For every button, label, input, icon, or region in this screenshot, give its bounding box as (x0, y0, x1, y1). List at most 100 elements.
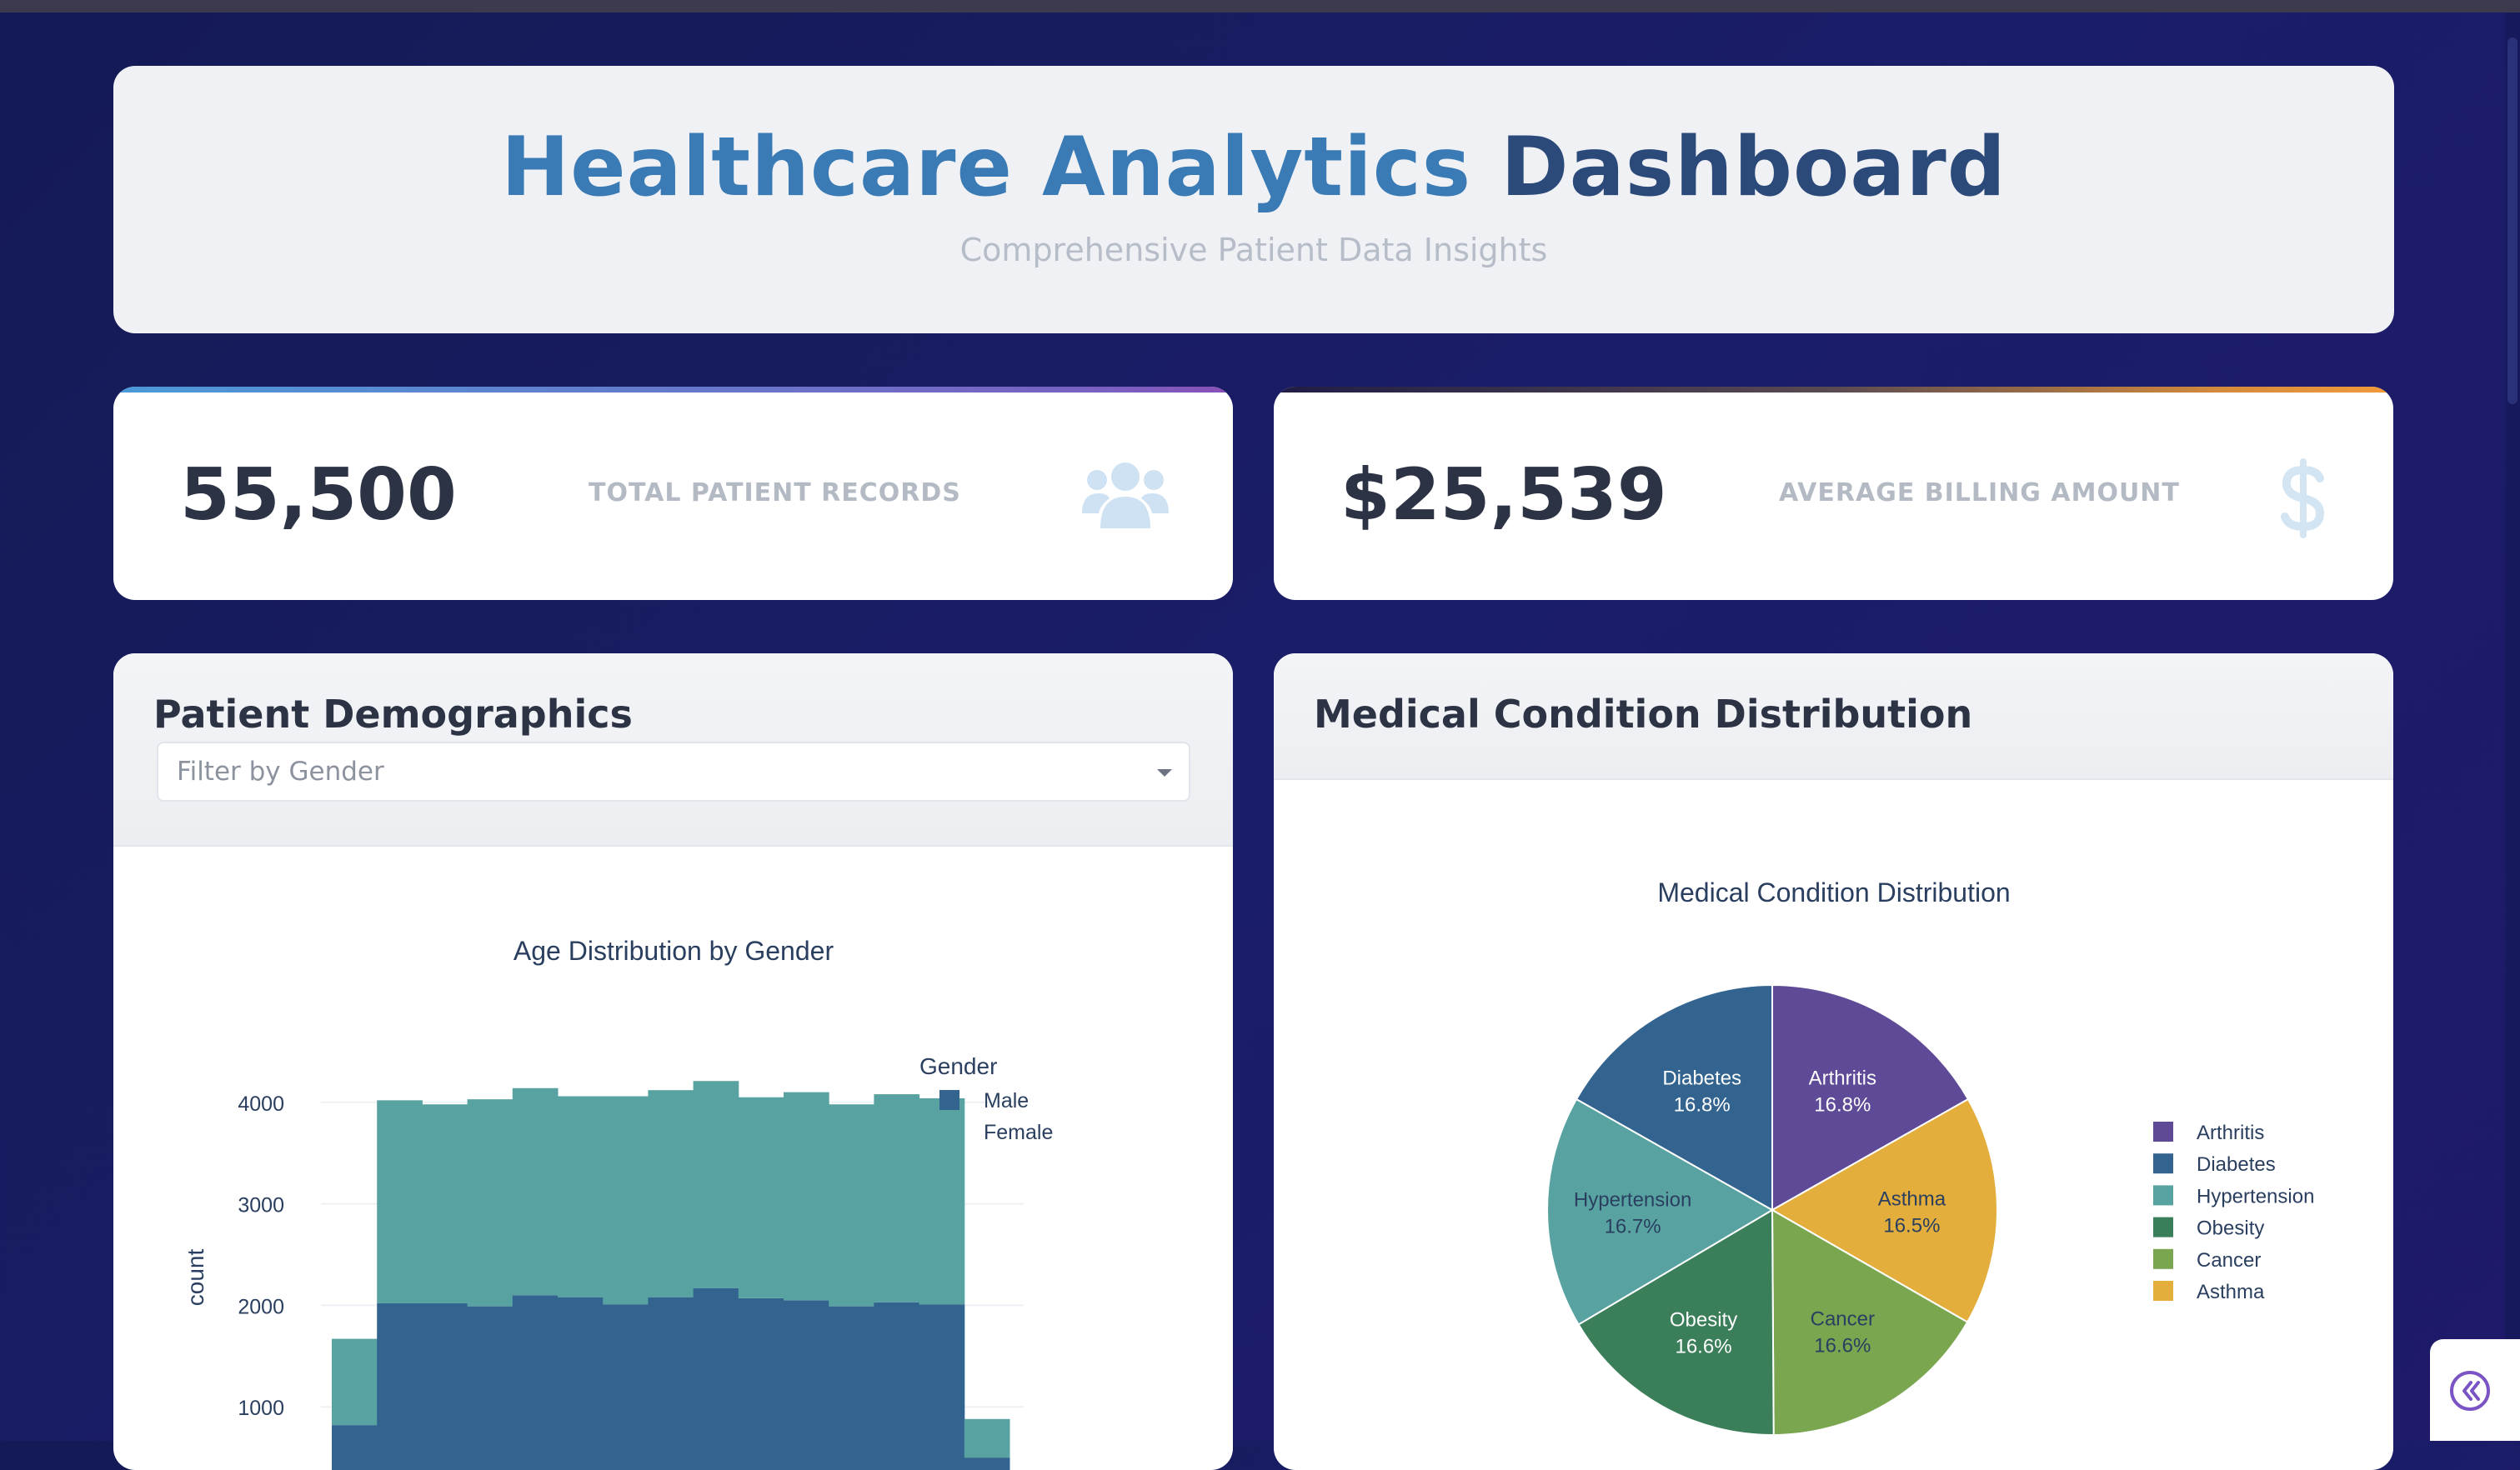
pie-slice-label: Hypertension (1574, 1189, 1691, 1212)
legend-label: Asthma (2197, 1281, 2265, 1303)
bar-female (332, 1338, 378, 1426)
chart-title: Age Distribution by Gender (514, 936, 834, 966)
bar-male (377, 1302, 423, 1470)
bar-male (784, 1300, 829, 1470)
bar-male (603, 1304, 649, 1470)
pie-slice-label: Cancer (1811, 1308, 1875, 1331)
bar-female (829, 1104, 874, 1307)
legend-title: Gender (919, 1053, 997, 1079)
bar-male (558, 1297, 604, 1470)
page-title: Healthcare Analytics Dashboard (113, 66, 2394, 215)
bar-male (874, 1302, 920, 1470)
pie-slice-percent: 16.8% (1814, 1093, 1871, 1116)
panel-header: Patient Demographics Filter by Gender (113, 653, 1233, 847)
legend-label: Cancer (2197, 1249, 2261, 1272)
dollar-icon (2281, 458, 2325, 538)
pie-slice-percent: 16.6% (1814, 1335, 1871, 1358)
page-subtitle: Comprehensive Patient Data Insights (959, 231, 1548, 268)
header-card: Healthcare Analytics Dashboard Comprehen… (113, 66, 2394, 333)
bar-male (738, 1298, 784, 1470)
age-distribution-chart: Age Distribution by Gender 1000 2000 3000 4… (183, 936, 1053, 1470)
chevron-down-icon[interactable] (1157, 769, 1172, 777)
chart-bars (332, 1081, 1010, 1470)
legend-label: Arthritis (2197, 1122, 2264, 1144)
double-chevron-left-icon[interactable] (2430, 1339, 2520, 1441)
y-tick-label: 2000 (238, 1295, 284, 1318)
bar-male (829, 1306, 874, 1470)
legend-swatch (939, 1122, 959, 1142)
gender-filter-dropdown[interactable]: Filter by Gender (157, 742, 1190, 802)
page-title-part1: Healthcare Analytics (501, 120, 1472, 215)
bar-male (919, 1304, 965, 1470)
stat-accent-bar (1274, 387, 2393, 392)
bar-female (422, 1104, 468, 1303)
bar-female (964, 1418, 1010, 1458)
y-axis-ticks: 1000 2000 3000 4000 (238, 1092, 284, 1420)
pie-slice-percent: 16.6% (1675, 1336, 1731, 1358)
panel-title: Medical Condition Distribution (1314, 692, 1973, 737)
scrollbar-thumb[interactable] (2507, 38, 2517, 404)
bar-female (738, 1097, 784, 1298)
legend-label: Diabetes (2197, 1153, 2276, 1176)
bar-male (964, 1458, 1010, 1470)
panel-title: Patient Demographics (153, 692, 633, 737)
pie-slice-percent: 16.7% (1605, 1216, 1661, 1238)
medical-condition-panel: Medical Condition Distribution Medical C… (1274, 653, 2393, 1470)
bar-female (874, 1094, 920, 1302)
bar-female (648, 1090, 694, 1298)
users-icon (1082, 462, 1169, 528)
page-scrollbar[interactable] (2505, 12, 2520, 1441)
bar-female (558, 1096, 604, 1298)
bar-female (467, 1099, 514, 1307)
patient-demographics-panel: Patient Demographics Filter by Gender Ag… (113, 653, 1233, 1470)
bar-female (377, 1100, 423, 1303)
collapse-panel-button[interactable] (2430, 1339, 2520, 1441)
legend-swatch (2153, 1217, 2173, 1238)
pie-slice-label: Diabetes (1662, 1067, 1741, 1089)
bar-male (648, 1297, 694, 1470)
stat-value: $25,539 (1340, 453, 1667, 537)
pie-slice-label: Asthma (1878, 1188, 1946, 1211)
bar-female (512, 1088, 559, 1296)
stat-accent-bar (113, 387, 1233, 392)
bar-male (332, 1425, 378, 1470)
y-tick-label: 1000 (238, 1397, 284, 1420)
panel-header: Medical Condition Distribution (1274, 653, 2393, 780)
bar-female (784, 1092, 829, 1301)
legend-swatch (2153, 1185, 2173, 1206)
medical-condition-pie-chart: Medical Condition Distribution Arthritis… (1546, 878, 2314, 1437)
chart-legend: Arthritis Diabetes Hypertension Obesity Canc… (2153, 1122, 2314, 1303)
legend-swatch (2153, 1122, 2173, 1142)
dropdown-placeholder: Filter by Gender (177, 757, 384, 787)
legend-label: Female (984, 1121, 1053, 1144)
browser-top-bar (0, 0, 2520, 12)
legend-swatch (2153, 1248, 2173, 1269)
chart-title: Medical Condition Distribution (1657, 878, 2010, 908)
bar-female (693, 1081, 739, 1288)
pie-slice-percent: 16.5% (1883, 1215, 1940, 1238)
bar-male (467, 1306, 514, 1470)
legend-swatch (2153, 1281, 2173, 1301)
stat-card-average-billing: $25,539 AVERAGE BILLING AMOUNT (1274, 387, 2393, 600)
y-tick-label: 4000 (238, 1092, 284, 1116)
stat-value: 55,500 (180, 453, 457, 537)
y-axis-label: count (183, 1249, 208, 1307)
legend-swatch (939, 1090, 959, 1110)
legend-swatch (2153, 1153, 2173, 1174)
pie-slice-label: Arthritis (1809, 1067, 1876, 1089)
y-tick-label: 3000 (238, 1194, 284, 1218)
bar-male (693, 1288, 739, 1470)
stat-label: TOTAL PATIENT RECORDS (589, 478, 961, 508)
bar-female (603, 1096, 649, 1305)
chart-content: Age Distribution by Gender 1000 2000 3000 4… (183, 936, 1053, 1470)
legend-label: Hypertension (2197, 1185, 2314, 1208)
stat-label: AVERAGE BILLING AMOUNT (1779, 478, 2180, 508)
stat-card-total-records: 55,500 TOTAL PATIENT RECORDS (113, 387, 1233, 600)
pie-slice-percent: 16.8% (1674, 1093, 1731, 1116)
pie-slice-label: Obesity (1670, 1309, 1737, 1332)
bar-male (512, 1295, 559, 1470)
bar-male (422, 1302, 468, 1470)
legend-label: Obesity (2197, 1218, 2264, 1240)
legend-label: Male (984, 1089, 1029, 1112)
page-title-part2: Dashboard (1500, 120, 2006, 215)
